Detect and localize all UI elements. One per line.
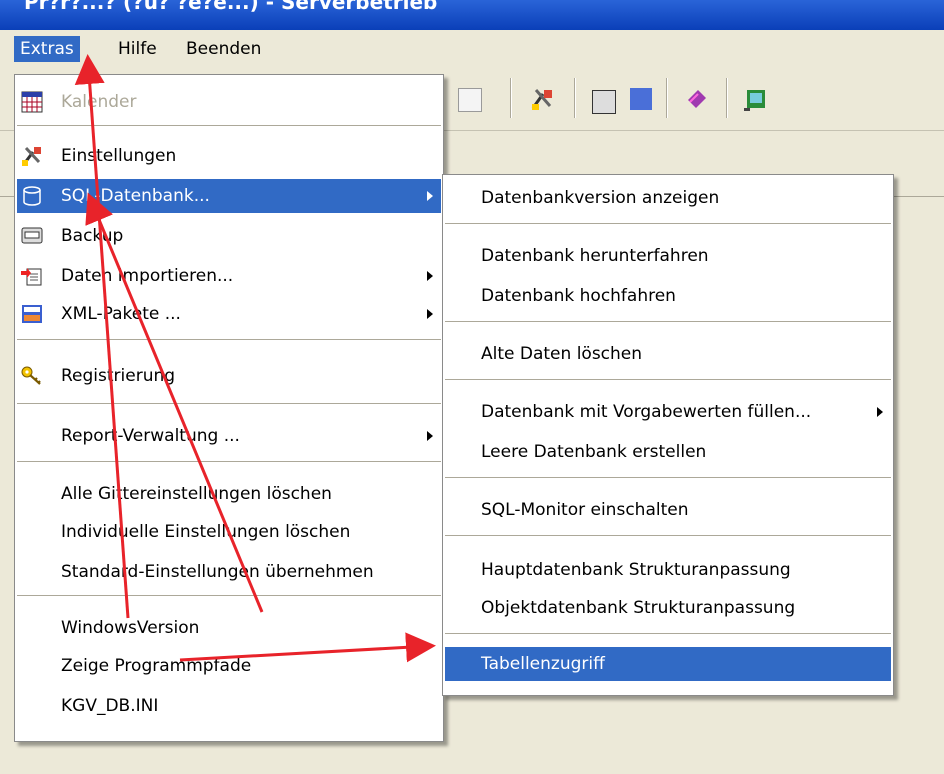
menu-item-zeige-programmpfade[interactable]: Zeige Programmpfade xyxy=(17,649,441,683)
menu-item-sql-datenbank[interactable]: SQL-Datenbank... xyxy=(17,179,441,213)
menu-item-registrierung[interactable]: Registrierung xyxy=(17,359,441,393)
grid-icon[interactable] xyxy=(458,88,482,112)
menu-separator xyxy=(445,633,891,634)
menu-bar: Extras Hilfe Beenden xyxy=(0,30,944,66)
menu-item-standard-einstellungen[interactable]: Standard-Einstellungen übernehmen xyxy=(17,555,441,589)
menu-item-label: Datenbank herunterfahren xyxy=(481,246,709,266)
toolbar-separator xyxy=(726,78,727,118)
backup-icon xyxy=(21,227,43,244)
menu-hilfe[interactable]: Hilfe xyxy=(112,36,163,62)
sql-submenu: Datenbankversion anzeigen Datenbank heru… xyxy=(442,174,894,696)
menu-item-alte-daten-loeschen[interactable]: Alte Daten löschen xyxy=(445,337,891,371)
menu-item-label: Alle Gittereinstellungen löschen xyxy=(61,484,332,504)
menu-extras[interactable]: Extras xyxy=(14,36,80,62)
menu-separator xyxy=(17,125,441,126)
submenu-arrow-icon xyxy=(427,191,433,201)
menu-beenden[interactable]: Beenden xyxy=(180,36,267,62)
window-title-bar: Pr?r?...? (?u? ?e?e...) - Serverbetrieb xyxy=(0,0,944,30)
menu-item-einstellungen[interactable]: Einstellungen xyxy=(17,139,441,173)
backup-icon[interactable] xyxy=(592,90,616,114)
submenu-arrow-icon xyxy=(427,271,433,281)
submenu-arrow-icon xyxy=(427,309,433,319)
menu-item-xml-pakete[interactable]: XML-Pakete ... xyxy=(17,297,441,331)
menu-item-backup[interactable]: Backup xyxy=(17,219,441,253)
menu-item-label: Datenbankversion anzeigen xyxy=(481,188,720,208)
menu-item-kgv-db-ini[interactable]: KGV_DB.INI xyxy=(17,689,441,723)
menu-item-label: Kalender xyxy=(61,92,137,112)
menu-item-hauptdatenbank[interactable]: Hauptdatenbank Strukturanpassung xyxy=(445,553,891,587)
book-icon[interactable] xyxy=(684,86,706,108)
menu-item-label: SQL-Monitor einschalten xyxy=(481,500,689,520)
menu-item-leere-datenbank[interactable]: Leere Datenbank erstellen xyxy=(445,435,891,469)
menu-separator xyxy=(445,321,891,322)
menu-separator xyxy=(17,595,441,596)
toolbar-separator xyxy=(574,78,575,118)
toolbar-separator xyxy=(510,78,511,118)
menu-item-label: Objektdatenbank Strukturanpassung xyxy=(481,598,796,618)
menu-item-label: Individuelle Einstellungen löschen xyxy=(61,522,351,542)
key-icon xyxy=(21,366,41,385)
menu-item-sql-monitor[interactable]: SQL-Monitor einschalten xyxy=(445,493,891,527)
menu-item-daten-importieren[interactable]: Daten importieren... xyxy=(17,259,441,293)
menu-item-datenbankversion[interactable]: Datenbankversion anzeigen xyxy=(445,181,891,215)
toolbar-separator xyxy=(666,78,667,118)
menu-item-label: Registrierung xyxy=(61,366,176,386)
menu-item-objektdatenbank[interactable]: Objektdatenbank Strukturanpassung xyxy=(445,591,891,625)
tools-icon[interactable] xyxy=(530,86,552,110)
menu-item-label: Backup xyxy=(61,226,124,246)
import-icon xyxy=(21,268,42,286)
menu-item-label: XML-Pakete ... xyxy=(61,304,181,324)
tools-icon xyxy=(22,146,41,166)
window-title: Pr?r?...? (?u? ?e?e...) - Serverbetrieb xyxy=(24,0,438,14)
database-icon xyxy=(23,186,41,206)
menu-separator xyxy=(445,535,891,536)
menu-item-label: Tabellenzugriff xyxy=(481,654,605,674)
xml-icon[interactable] xyxy=(630,88,652,110)
menu-separator xyxy=(17,461,441,462)
extras-menu: Kalender Einstellungen SQL-Datenbank... … xyxy=(14,74,444,742)
menu-item-report-verwaltung[interactable]: Report-Verwaltung ... xyxy=(17,419,441,453)
menu-item-label: Leere Datenbank erstellen xyxy=(481,442,707,462)
menu-separator xyxy=(445,379,891,380)
menu-item-label: KGV_DB.INI xyxy=(61,696,159,716)
menu-item-label: Datenbank mit Vorgabewerten füllen... xyxy=(481,402,812,422)
picture-icon[interactable] xyxy=(744,88,766,111)
menu-item-kalender[interactable]: Kalender xyxy=(17,85,441,119)
menu-item-label: WindowsVersion xyxy=(61,618,200,638)
menu-separator xyxy=(17,403,441,404)
menu-item-label: Einstellungen xyxy=(61,146,177,166)
menu-item-label: Datenbank hochfahren xyxy=(481,286,676,306)
menu-item-tabellenzugriff[interactable]: Tabellenzugriff xyxy=(445,647,891,681)
menu-separator xyxy=(17,339,441,340)
submenu-arrow-icon xyxy=(427,431,433,441)
menu-separator xyxy=(445,223,891,224)
menu-item-label: Alte Daten löschen xyxy=(481,344,643,364)
submenu-arrow-icon xyxy=(877,407,883,417)
toolbar-grip xyxy=(0,80,8,110)
xml-icon xyxy=(22,305,42,323)
menu-item-individuelle-einstellungen[interactable]: Individuelle Einstellungen löschen xyxy=(17,515,441,549)
menu-item-label: Hauptdatenbank Strukturanpassung xyxy=(481,560,791,580)
calendar-icon xyxy=(21,91,43,113)
menu-item-alle-gittereinstellungen[interactable]: Alle Gittereinstellungen löschen xyxy=(17,477,441,511)
menu-item-label: Report-Verwaltung ... xyxy=(61,426,240,446)
menu-item-label: Zeige Programmpfade xyxy=(61,656,252,676)
menu-item-vorgabewerte[interactable]: Datenbank mit Vorgabewerten füllen... xyxy=(445,395,891,429)
menu-item-label: Standard-Einstellungen übernehmen xyxy=(61,562,374,582)
menu-item-label: SQL-Datenbank... xyxy=(61,186,210,206)
menu-item-windowsversion[interactable]: WindowsVersion xyxy=(17,611,441,645)
menu-item-herunterfahren[interactable]: Datenbank herunterfahren xyxy=(445,239,891,273)
menu-item-hochfahren[interactable]: Datenbank hochfahren xyxy=(445,279,891,313)
menu-item-label: Daten importieren... xyxy=(61,266,234,286)
menu-separator xyxy=(445,477,891,478)
